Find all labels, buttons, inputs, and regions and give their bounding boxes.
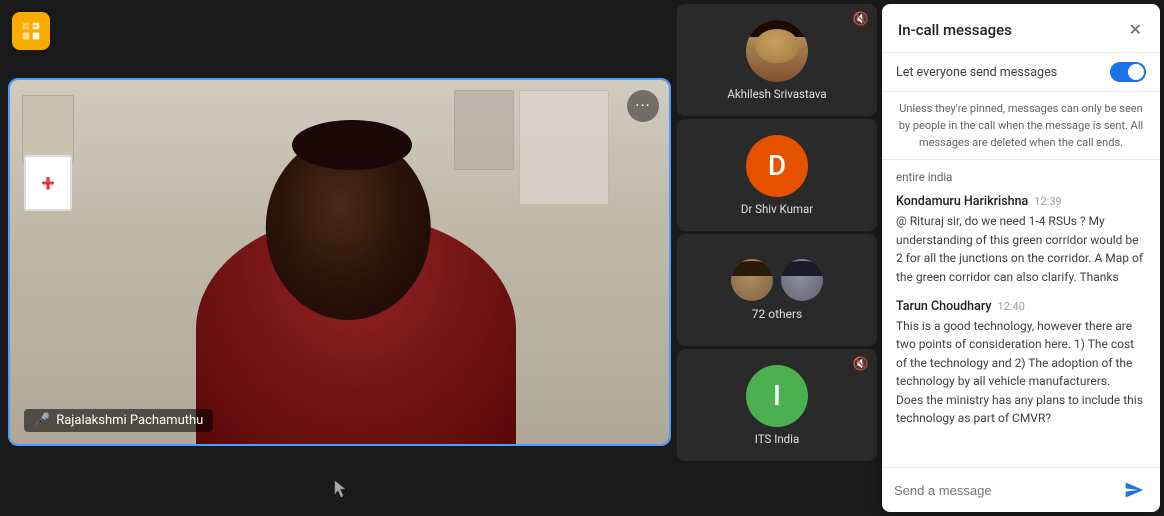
mute-icon-its: 🔇	[853, 357, 869, 372]
more-options-button[interactable]: ···	[627, 90, 659, 122]
mute-icon-akhilesh: 🔇	[853, 12, 869, 27]
messages-panel: In-call messages ✕ Let everyone send mes…	[882, 4, 1160, 512]
messages-context: entire india	[896, 170, 1146, 184]
mic-icon: 🎤	[34, 413, 50, 428]
participant-name-its: ITS India	[755, 432, 799, 446]
message-text-1: @ Rituraj sir, do we need 1-4 RSUs ? My …	[896, 212, 1146, 286]
avatar-shiv: D	[746, 135, 808, 197]
avatar-akhilesh	[746, 20, 808, 82]
meet-icon	[12, 12, 50, 50]
messages-info-text: Unless they're pinned, messages can only…	[882, 92, 1160, 160]
participants-panel: 🔇 Akhilesh Srivastava D Dr Shiv Kumar	[677, 4, 877, 461]
participant-name-badge: 🎤 Rajalakshmi Pachamuthu	[24, 409, 213, 432]
participant-tile-akhilesh: 🔇 Akhilesh Srivastava	[677, 4, 877, 116]
message-item-2: Tarun Choudhary 12:40 This is a good tec…	[896, 299, 1146, 429]
message-input-row	[882, 467, 1160, 512]
close-messages-button[interactable]: ✕	[1125, 18, 1146, 42]
avatar-others-2	[781, 259, 823, 301]
message-input-field[interactable]	[894, 483, 1112, 498]
avatar-its: I	[746, 365, 808, 427]
participant-tile-its: 🔇 I ITS India	[677, 349, 877, 461]
participant-tile-shiv: D Dr Shiv Kumar	[677, 119, 877, 231]
participant-tile-others: 72 others	[677, 234, 877, 346]
message-text-2: This is a good technology, however there…	[896, 317, 1146, 429]
send-message-button[interactable]	[1120, 476, 1148, 504]
main-video-tile: + 🎤 Rajalakshmi Pachamuthu ···	[8, 78, 671, 446]
let-everyone-row: Let everyone send messages	[882, 53, 1160, 92]
participant-name-shiv: Dr Shiv Kumar	[741, 202, 813, 216]
let-everyone-toggle[interactable]	[1110, 62, 1146, 82]
message-item-1: Kondamuru Harikrishna 12:39 @ Rituraj si…	[896, 194, 1146, 286]
others-count-label: 72 others	[752, 307, 802, 321]
messages-panel-title: In-call messages	[898, 21, 1012, 39]
let-everyone-label: Let everyone send messages	[896, 65, 1057, 80]
message-sender-2: Tarun Choudhary	[896, 299, 992, 314]
message-time-1: 12:39	[1034, 195, 1061, 208]
message-sender-1: Kondamuru Harikrishna	[896, 194, 1028, 209]
messages-body: entire india Kondamuru Harikrishna 12:39…	[882, 160, 1160, 467]
message-time-2: 12:40	[998, 300, 1025, 313]
avatar-others-1	[731, 259, 773, 301]
cursor	[334, 480, 342, 494]
participant-name-akhilesh: Akhilesh Srivastava	[727, 87, 826, 101]
messages-header: In-call messages ✕	[882, 4, 1160, 53]
